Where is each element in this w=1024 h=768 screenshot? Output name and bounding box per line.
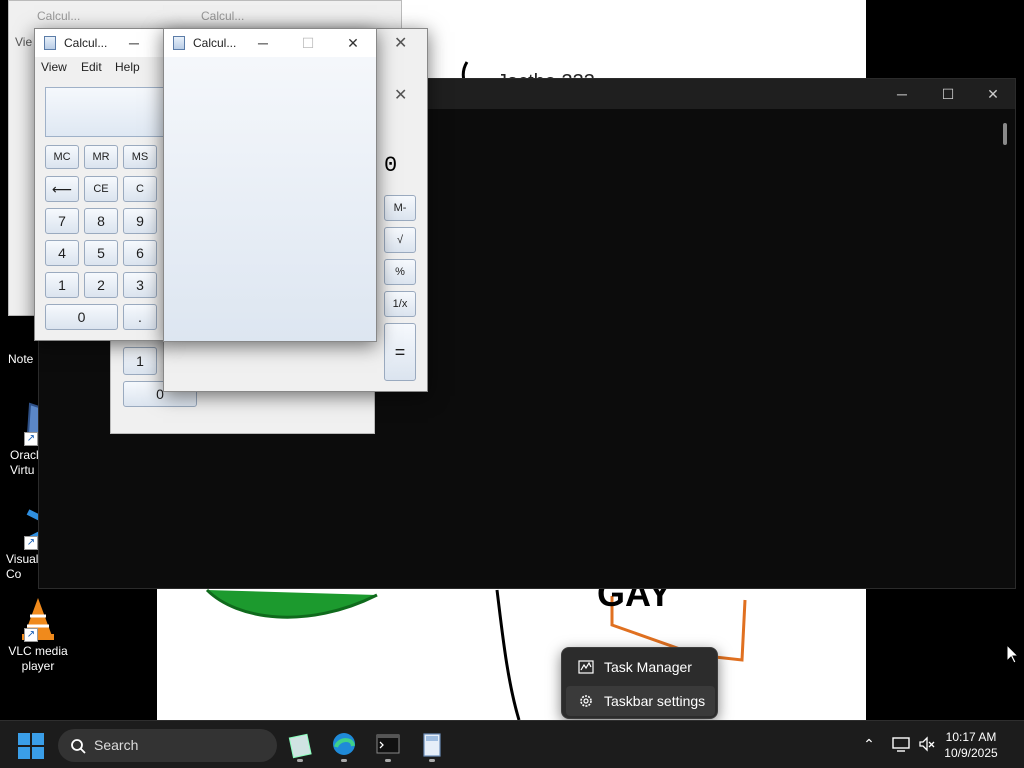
menu-item-label: Taskbar settings [604, 693, 706, 709]
ghost-key-1: 1 [123, 347, 157, 375]
terminal-scrollbar[interactable] [1003, 123, 1007, 145]
windows-logo-icon [32, 747, 44, 759]
key-sqrt[interactable]: √ [384, 227, 416, 253]
calculator-menu-bar: View Edit Help [35, 57, 163, 77]
shortcut-arrow-icon: ↗ [24, 536, 38, 550]
calculator-ghost-title: Calcul... [37, 9, 81, 23]
taskbar-search-box[interactable]: Search [58, 729, 277, 762]
calculator-ghost-title-2: Calcul... [201, 9, 245, 23]
shortcut-arrow-icon: ↗ [24, 432, 38, 446]
calculator-icon [423, 733, 441, 757]
key-8[interactable]: 8 [84, 208, 118, 234]
calculator-window-front[interactable]: Calcul... ─ View Edit Help MC MR MS ⟵ CE… [34, 28, 164, 341]
calculator-back-close-button[interactable]: ✕ [394, 33, 407, 53]
calculator-blank-close-button[interactable]: ✕ [336, 29, 370, 57]
desktop-icon-label: VLC media player [8, 644, 68, 673]
running-indicator [385, 759, 391, 762]
gear-icon [580, 695, 592, 707]
key-9[interactable]: 9 [123, 208, 157, 234]
calculator-display [45, 87, 163, 137]
menu-edit[interactable]: Edit [81, 60, 102, 74]
menu-item-label: Task Manager [604, 659, 692, 675]
key-ce[interactable]: CE [84, 176, 118, 202]
calculator-blank-title: Calcul... [193, 36, 237, 50]
clock-time: 10:17 AM [945, 730, 997, 744]
calculator-minimize-button[interactable]: ─ [117, 29, 151, 57]
calculator-blank-maximize-button[interactable]: ☐ [291, 29, 325, 57]
shortcut-arrow-icon: ↗ [24, 628, 38, 642]
task-manager-icon [578, 660, 594, 674]
terminal-icon [376, 734, 400, 754]
desktop-icon-vlc[interactable]: ↗ VLC media player [0, 596, 76, 674]
menu-help[interactable]: Help [115, 60, 140, 74]
key-m-minus[interactable]: M- [384, 195, 416, 221]
windows-logo-icon [18, 747, 30, 759]
volume-muted-icon[interactable] [918, 735, 936, 753]
running-indicator [297, 759, 303, 762]
show-hidden-icons-chevron-up-icon[interactable]: ⌃ [860, 735, 878, 753]
key-mc[interactable]: MC [45, 145, 79, 169]
windows-logo-icon [18, 733, 30, 745]
key-ms[interactable]: MS [123, 145, 157, 169]
search-icon [71, 739, 86, 754]
cursor-icon [1006, 644, 1020, 664]
calculator-blank-minimize-button[interactable]: ─ [246, 29, 280, 57]
network-icon[interactable] [892, 735, 910, 753]
edge-icon [333, 733, 355, 755]
menu-item-taskbar-settings[interactable]: Taskbar settings [566, 686, 715, 716]
calculator-app-icon [44, 36, 56, 50]
running-indicator [429, 759, 435, 762]
calculator-titlebar[interactable]: Calcul... ─ [35, 29, 163, 57]
key-0[interactable]: 0 [45, 304, 118, 330]
key-2[interactable]: 2 [84, 272, 118, 298]
taskbar-clock[interactable]: 10:17 AM 10/9/2025 [936, 729, 1006, 761]
taskbar-context-menu: Task Manager Taskbar settings [561, 647, 718, 719]
taskbar-app-calculator-stack[interactable] [282, 727, 318, 763]
key-mr[interactable]: MR [84, 145, 118, 169]
key-c[interactable]: C [123, 176, 157, 202]
terminal-close-button[interactable]: ✕ [970, 79, 1016, 109]
calculator-blank-titlebar[interactable]: Calcul... ─ ☐ ✕ [164, 29, 376, 57]
key-backspace[interactable]: ⟵ [45, 176, 79, 202]
calculator-title: Calcul... [64, 36, 108, 50]
running-indicator [341, 759, 347, 762]
clock-date: 10/9/2025 [944, 746, 998, 760]
calculator-back-display: 0 [384, 153, 398, 178]
terminal-minimize-button[interactable]: ─ [879, 79, 925, 109]
key-decimal[interactable]: . [123, 304, 157, 330]
taskbar-app-calculator[interactable] [414, 727, 450, 763]
search-label: Search [94, 737, 139, 753]
key-4[interactable]: 4 [45, 240, 79, 266]
calculator-back-close-button-2[interactable]: ✕ [394, 85, 407, 105]
calculator-stack-icon [288, 733, 312, 759]
taskbar: Search ⌃ 10:17 AM 10/9/2025 [0, 720, 1024, 768]
vlc-icon: ↗ [16, 596, 60, 642]
key-percent[interactable]: % [384, 259, 416, 285]
start-button[interactable] [18, 733, 44, 759]
menu-item-task-manager[interactable]: Task Manager [566, 652, 715, 682]
key-6[interactable]: 6 [123, 240, 157, 266]
key-3[interactable]: 3 [123, 272, 157, 298]
key-5[interactable]: 5 [84, 240, 118, 266]
key-7[interactable]: 7 [45, 208, 79, 234]
key-1[interactable]: 1 [45, 272, 79, 298]
menu-view[interactable]: View [41, 60, 67, 74]
key-equals[interactable]: = [384, 323, 416, 381]
calculator-ghost-menu: Vie [15, 35, 33, 49]
key-reciprocal[interactable]: 1/x [384, 291, 416, 317]
terminal-maximize-button[interactable]: ☐ [925, 79, 971, 109]
taskbar-app-terminal[interactable] [370, 727, 406, 763]
calculator-window-blank[interactable]: Calcul... ─ ☐ ✕ [163, 28, 377, 342]
taskbar-app-edge[interactable] [326, 727, 362, 763]
windows-logo-icon [32, 733, 44, 745]
calculator-app-icon [173, 36, 185, 50]
